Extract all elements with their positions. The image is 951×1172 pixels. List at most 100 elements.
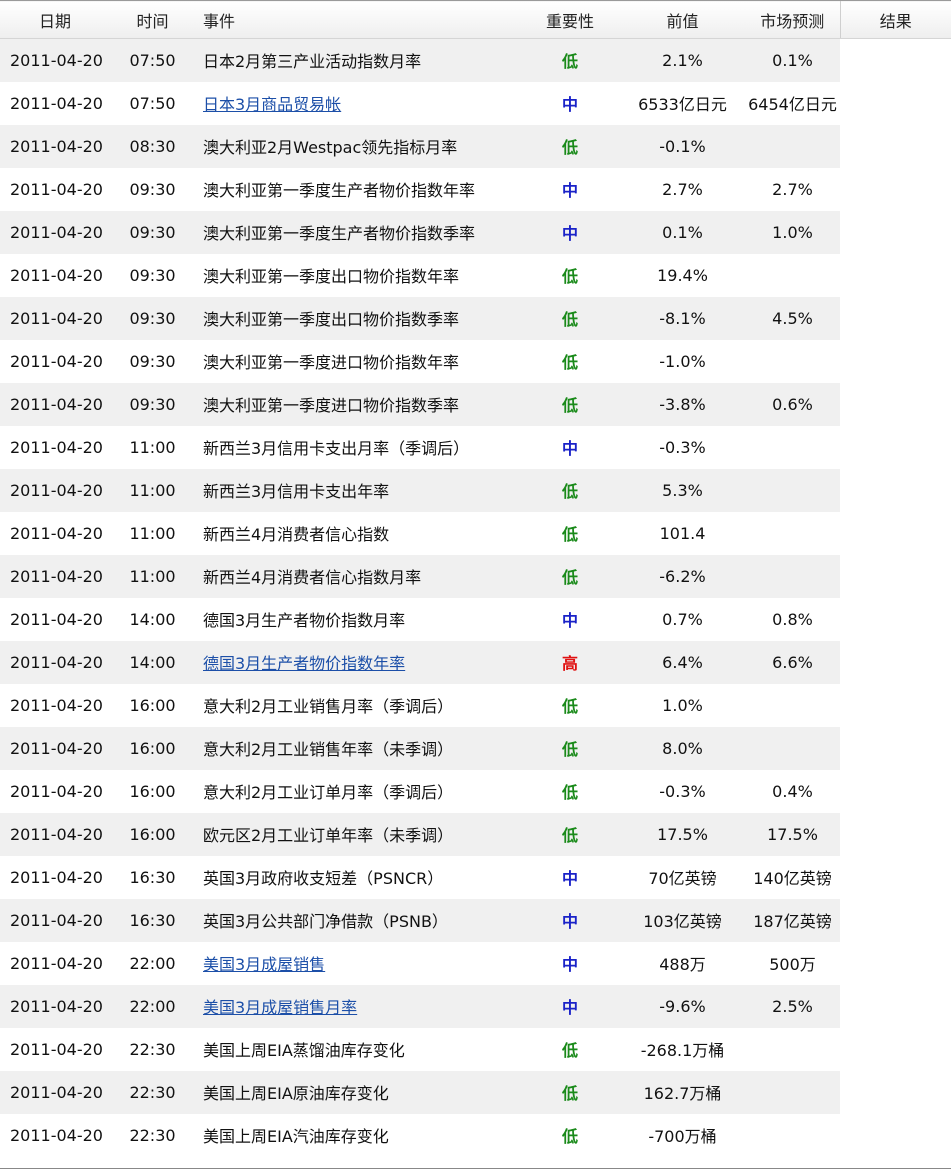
time-cell: 16:30 <box>129 867 176 887</box>
time-cell: 16:30 <box>110 898 195 942</box>
result-value <box>840 468 951 512</box>
previous-value: -1.0% <box>659 351 706 371</box>
event-text: 新西兰3月信用卡支出年率 <box>203 482 390 501</box>
event-cell: 新西兰3月信用卡支出年率 <box>195 468 520 512</box>
result-value <box>840 1070 951 1114</box>
time-cell: 07:50 <box>129 93 176 113</box>
forecast-value: 0.8% <box>772 609 813 629</box>
result-value <box>840 167 951 211</box>
previous-value: -8.1% <box>620 296 745 340</box>
previous-value: 19.4% <box>657 265 708 285</box>
forecast-value <box>745 512 840 555</box>
header-event[interactable]: 事件 <box>195 0 520 39</box>
result-value <box>840 726 951 770</box>
forecast-value: 140亿英镑 <box>753 869 832 888</box>
table-body: 2011-04-20 07:50 日本2月第三产业活动指数月率低 2.1% 0.1% 20… <box>0 38 951 1157</box>
event-cell: 澳大利亚第一季度进口物价指数年率 <box>195 340 520 383</box>
time-cell: 09:30 <box>110 296 195 340</box>
event-cell: 澳大利亚第一季度进口物价指数季率 <box>195 382 520 426</box>
event-link[interactable]: 美国3月成屋销售月率 <box>203 998 357 1017</box>
result-value <box>840 124 951 168</box>
previous-value: 0.7% <box>662 609 703 629</box>
header-forecast[interactable]: 市场预测 <box>745 0 840 39</box>
previous-value: -268.1万桶 <box>640 1041 725 1060</box>
event-text: 澳大利亚第一季度生产者物价指数年率 <box>203 181 476 200</box>
importance-badge: 低 <box>520 38 620 82</box>
previous-value: 162.7万桶 <box>620 1070 745 1114</box>
table-row: 2011-04-20 22:00 美国3月成屋销售 中 488万 500万 <box>0 941 951 985</box>
importance-badge: 中 <box>561 869 578 888</box>
time-cell: 14:00 <box>129 609 176 629</box>
event-text: 澳大利亚第一季度出口物价指数季率 <box>203 310 460 329</box>
result-value <box>840 554 951 598</box>
table-row: 2011-04-20 09:30 澳大利亚第一季度生产者物价指数年率 中 2.7% 2.7… <box>0 167 951 211</box>
table-row: 2011-04-20 22:30 美国上周EIA汽油库存变化 低 -700万桶 <box>0 1113 951 1157</box>
event-cell: 澳大利亚第一季度生产者物价指数季率 <box>195 210 520 254</box>
forecast-value: 1.0% <box>745 210 840 254</box>
table-row: 2011-04-20 14:00 德国3月生产者物价指数月率 中 0.7% 0.8% <box>0 597 951 641</box>
forecast-value <box>745 340 840 383</box>
importance-badge: 低 <box>520 382 620 426</box>
event-cell: 澳大利亚第一季度生产者物价指数年率 <box>195 168 520 211</box>
forecast-value <box>745 468 840 512</box>
event-cell: 澳大利亚第一季度出口物价指数季率 <box>195 296 520 340</box>
previous-value: 8.0% <box>620 726 745 770</box>
time-cell: 08:30 <box>110 124 195 168</box>
event-cell: 美国3月成屋销售月率 <box>195 984 520 1028</box>
time-cell: 14:00 <box>110 640 195 684</box>
event-cell: 日本3月商品贸易帐 <box>195 82 520 125</box>
date-cell: 2011-04-20 <box>0 898 110 942</box>
event-text: 新西兰4月消费者信心指数 <box>203 525 390 544</box>
result-value <box>840 1027 951 1071</box>
forecast-value <box>745 426 840 469</box>
event-cell: 澳大利亚2月Westpac领先指标月率 <box>195 124 520 168</box>
date-cell: 2011-04-20 <box>0 210 110 254</box>
date-cell: 2011-04-20 <box>10 609 103 629</box>
table-row: 2011-04-20 14:00 德国3月生产者物价指数年率 高 6.4% 6.6% <box>0 640 951 684</box>
event-text: 美国上周EIA汽油库存变化 <box>203 1127 389 1146</box>
previous-value: 0.1% <box>620 210 745 254</box>
time-cell: 07:50 <box>110 38 195 82</box>
header-importance[interactable]: 重要性 <box>520 0 620 39</box>
previous-value: -9.6% <box>620 984 745 1028</box>
event-link[interactable]: 日本3月商品贸易帐 <box>203 95 341 114</box>
time-cell: 09:30 <box>129 265 176 285</box>
table-row: 2011-04-20 09:30 澳大利亚第一季度生产者物价指数季率 中 0.1% 1.0… <box>0 210 951 254</box>
table-row: 2011-04-20 07:50 日本2月第三产业活动指数月率 低 2.1% 0.1% <box>0 38 951 82</box>
event-link[interactable]: 德国3月生产者物价指数年率 <box>203 654 405 673</box>
importance-badge: 低 <box>520 1070 620 1114</box>
date-cell: 2011-04-20 <box>10 437 103 457</box>
forecast-value: 4.5% <box>745 296 840 340</box>
forecast-value <box>745 1114 840 1157</box>
event-text: 澳大利亚2月Westpac领先指标月率 <box>203 138 458 157</box>
table-row: 2011-04-20 16:00 意大利2月工业订单月率（季调后） 低 -0.3% 0.4… <box>0 769 951 813</box>
importance-badge: 低 <box>561 353 578 372</box>
result-value <box>840 511 951 555</box>
event-link[interactable]: 美国3月成屋销售 <box>203 955 325 974</box>
forecast-value: 500万 <box>769 955 816 974</box>
event-text: 美国上周EIA原油库存变化 <box>203 1084 389 1103</box>
table-row: 2011-04-20 11:00 新西兰4月消费者信心指数 低 101.4 <box>0 511 951 555</box>
header-previous[interactable]: 前值 <box>620 0 745 39</box>
header-result[interactable]: 结果 <box>839 0 951 39</box>
time-cell: 09:30 <box>110 210 195 254</box>
date-cell: 2011-04-20 <box>0 38 110 82</box>
event-text: 澳大利亚第一季度出口物价指数年率 <box>203 267 460 286</box>
header-time[interactable]: 时间 <box>110 0 195 39</box>
date-cell: 2011-04-20 <box>0 468 110 512</box>
time-cell: 22:00 <box>110 984 195 1028</box>
table-row: 2011-04-20 09:30 澳大利亚第一季度进口物价指数季率 低 -3.8% 0.6… <box>0 382 951 426</box>
importance-badge: 中 <box>561 95 578 114</box>
previous-value: -0.3% <box>659 781 706 801</box>
importance-badge: 低 <box>520 468 620 512</box>
header-date[interactable]: 日期 <box>0 0 110 39</box>
time-cell: 16:00 <box>110 812 195 856</box>
event-text: 德国3月生产者物价指数月率 <box>203 611 406 630</box>
date-cell: 2011-04-20 <box>10 351 103 371</box>
event-text: 意大利2月工业销售月率（季调后） <box>203 697 454 716</box>
importance-badge: 中 <box>561 955 578 974</box>
importance-badge: 低 <box>561 1127 578 1146</box>
importance-badge: 中 <box>520 898 620 942</box>
date-cell: 2011-04-20 <box>0 726 110 770</box>
previous-value: -0.3% <box>659 437 706 457</box>
